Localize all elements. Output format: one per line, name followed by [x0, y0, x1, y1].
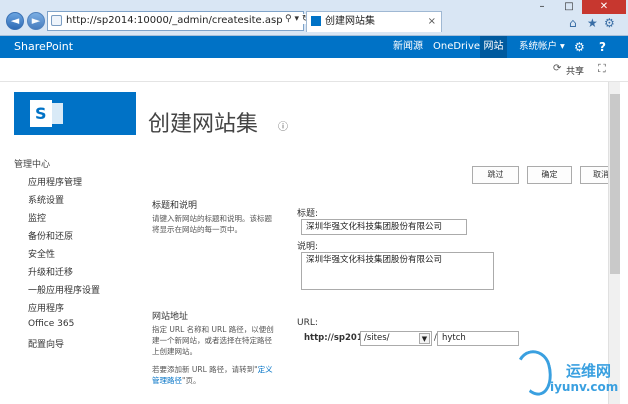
- managed-path-select[interactable]: /sites/ ▼: [360, 331, 432, 346]
- description-label: 说明:: [297, 242, 319, 252]
- info-icon[interactable]: ⓘ: [278, 118, 288, 133]
- watermark-text: 运维网: [566, 362, 612, 380]
- page-title: 创建网站集: [148, 112, 259, 137]
- sharepoint-tab-icon: [311, 16, 321, 26]
- close-window-button[interactable]: ✕: [582, 0, 626, 14]
- site-logo[interactable]: S: [14, 92, 136, 135]
- forward-button[interactable]: ►: [27, 12, 45, 30]
- url-label: URL:: [297, 318, 318, 328]
- browser-tab[interactable]: 创建网站集 ×: [306, 11, 442, 32]
- suite-link-sites[interactable]: 网站: [480, 36, 507, 58]
- tools-icon[interactable]: ⚙: [604, 16, 615, 30]
- address-url: http://sp2014:10000/_admin/createsite.as…: [66, 15, 304, 26]
- suite-bar: SharePoint 新闻源 OneDrive 网站 系统帐户 ▾ ⚙ ?: [0, 36, 628, 58]
- scrollbar-thumb[interactable]: [610, 94, 620, 274]
- suite-link-newsfeed[interactable]: 新闻源: [393, 36, 423, 58]
- minimize-button[interactable]: –: [528, 0, 556, 14]
- chevron-down-icon: ▼: [419, 333, 430, 344]
- maximize-icon: □: [564, 1, 574, 12]
- close-icon: ✕: [599, 1, 609, 12]
- account-menu[interactable]: 系统帐户 ▾: [519, 36, 565, 58]
- ok-button[interactable]: 确定: [527, 166, 572, 184]
- maximize-button[interactable]: □: [556, 0, 582, 14]
- help-icon[interactable]: ?: [599, 36, 606, 58]
- nav-item-upgrade[interactable]: 升级和迁移: [28, 265, 73, 278]
- back-icon: ◄: [10, 14, 20, 27]
- nav-item-backup[interactable]: 备份和还原: [28, 229, 73, 242]
- minimize-icon: –: [539, 1, 545, 12]
- focus-icon[interactable]: ⛶: [598, 62, 606, 76]
- page-scrollbar[interactable]: [608, 82, 620, 404]
- title-section-description: 请键入新网站的标题和说明。该标题将显示在网站的每一页中。: [152, 214, 272, 234]
- nav-item-applications[interactable]: 应用程序: [28, 301, 64, 314]
- home-icon[interactable]: ⌂: [569, 16, 577, 30]
- browser-chrome: ◄ ► http://sp2014:10000/_admin/createsit…: [0, 0, 628, 36]
- title-input[interactable]: 深圳华强文化科技集团股份有限公司: [301, 219, 467, 235]
- tab-title: 创建网站集: [325, 16, 375, 27]
- forward-icon: ►: [31, 14, 41, 27]
- nav-item-security[interactable]: 安全性: [28, 247, 55, 260]
- url-section-description: 指定 URL 名称和 URL 路径，以便创建一个新网站，或者选择在特定路径上创建…: [152, 325, 274, 356]
- url-section-heading: 网站地址: [152, 312, 189, 322]
- share-button[interactable]: 共享: [566, 64, 584, 77]
- url-prefix: http://sp2014: [304, 333, 369, 343]
- nav-item-wizards[interactable]: 配置向导: [28, 337, 64, 350]
- page-icon: [51, 15, 62, 26]
- nav-header[interactable]: 管理中心: [14, 157, 50, 170]
- title-section-heading: 标题和说明: [152, 201, 198, 211]
- site-url-input[interactable]: hytch: [437, 331, 519, 346]
- nav-item-apps[interactable]: 应用程序管理: [28, 175, 82, 188]
- sharepoint-logo-icon: S: [30, 100, 52, 127]
- skip-button[interactable]: 跳过: [472, 166, 519, 184]
- nav-item-office365[interactable]: Office 365: [28, 319, 74, 329]
- address-bar[interactable]: http://sp2014:10000/_admin/createsite.as…: [47, 11, 304, 31]
- favorites-icon[interactable]: ★: [587, 16, 598, 30]
- share-icon: ⟳: [553, 63, 562, 74]
- ribbon: ⟳ 共享 ⛶: [0, 58, 628, 82]
- description-textarea[interactable]: 深圳华强文化科技集团股份有限公司: [301, 252, 494, 290]
- url-section-note: 若要添加新 URL 路径，请转到"定义管理路径"页。: [152, 365, 273, 385]
- settings-icon[interactable]: ⚙: [574, 36, 585, 58]
- watermark-url: iyunv.com: [550, 380, 619, 394]
- brand-link[interactable]: SharePoint: [14, 36, 73, 58]
- close-tab-icon[interactable]: ×: [428, 12, 436, 32]
- nav-item-system[interactable]: 系统设置: [28, 193, 64, 206]
- title-label: 标题:: [297, 209, 319, 219]
- nav-item-general[interactable]: 一般应用程序设置: [28, 283, 100, 296]
- back-button[interactable]: ◄: [6, 12, 24, 30]
- suite-link-onedrive[interactable]: OneDrive: [433, 36, 480, 58]
- nav-item-monitor[interactable]: 监控: [28, 211, 46, 224]
